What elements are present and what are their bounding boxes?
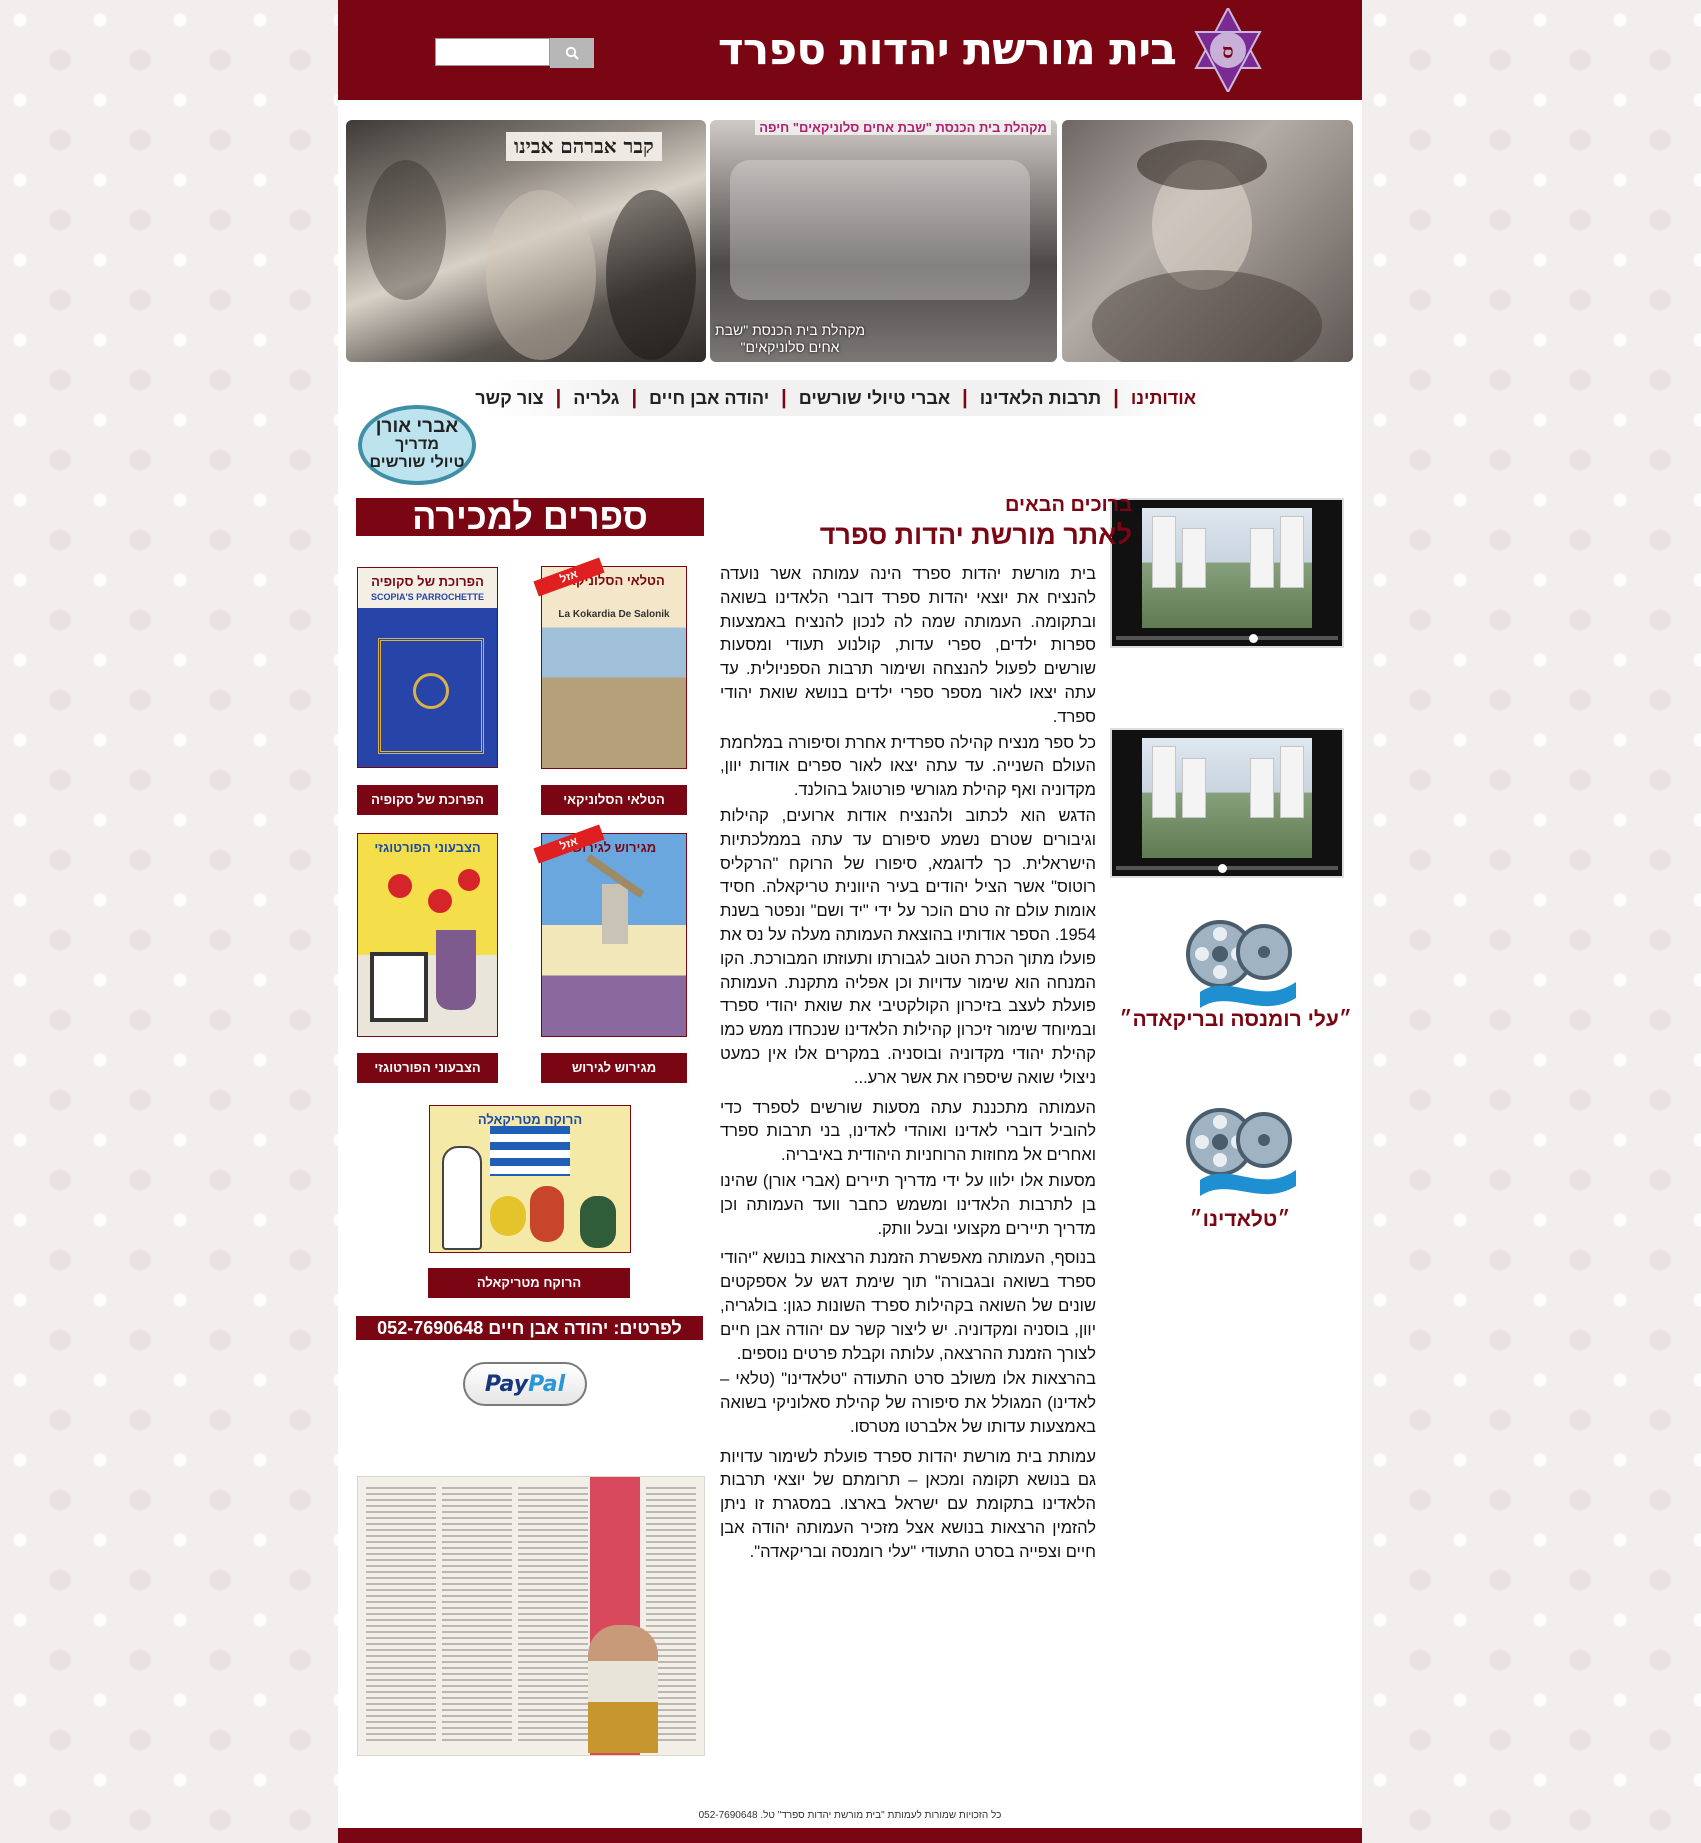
book-button-tulip[interactable]: הצבעוני הפורטוגזי — [357, 1053, 498, 1083]
nav-separator: | — [631, 386, 638, 409]
article-paragraph: בית מורשת יהדות ספרד הינה עמותה אשר נועד… — [720, 565, 1096, 726]
nav-item-roots-tours[interactable]: אברי טיולי שורשים — [787, 388, 962, 409]
article-paragraph: מסעות אלו ילווו על ידי מדריך תיירים (אבר… — [720, 1171, 1096, 1238]
article-paragraph: כל ספר מנציח קהילה ספרדית אחרת וסיפורה ב… — [720, 733, 1096, 800]
photo-caption-top: מקהלת בית הכנסת "שבת אחים סלוניקאים" חיפ… — [755, 120, 1051, 135]
book-button-salonik[interactable]: הטלאי הסלוניקאי — [541, 785, 687, 815]
video-scrubber[interactable] — [1218, 864, 1227, 873]
book-cover-title: הרוקח מטריקאלה — [477, 1112, 583, 1127]
article-paragraph: בנוסף, העמותה מאפשרת הזמנת הרצאות בנושא … — [720, 1249, 1096, 1363]
badge-line-name: אברי אורן — [375, 416, 459, 437]
site-title[interactable]: בית מורשת יהדות ספרד — [656, 24, 1177, 76]
nav-separator: | — [781, 386, 787, 409]
newspaper-clipping-image[interactable] — [357, 1476, 705, 1756]
page-title: לאתר מורשת יהדות ספרד — [819, 520, 1132, 550]
paypal-text-pay: Pay — [484, 1371, 529, 1397]
video-scrubber[interactable] — [1249, 634, 1258, 643]
nav-separator: | — [962, 386, 968, 409]
article-body: בית מורשת יהדות ספרד הינה עמותה אשר נועד… — [720, 563, 1096, 1567]
book-cover-salonik[interactable]: הטלאי הסלוניקאי La Kokardia De Salonik — [541, 566, 687, 769]
search-input[interactable] — [435, 38, 550, 66]
badge-line-tours: טיולי שורשים — [369, 454, 465, 471]
guide-badge[interactable]: אברי אורן מדריך טיולי שורשים — [358, 405, 476, 485]
nav-separator: | — [1113, 386, 1119, 409]
book-cover-migerush[interactable]: מגירוש לגירוש — [541, 833, 687, 1037]
article-paragraph: העמותה מתכננת עתה מסעות שורשים לספרד כדי… — [720, 1098, 1096, 1165]
banner-photo-woman — [1062, 120, 1353, 362]
search-button[interactable] — [550, 38, 594, 68]
badge-line-role: מדריך — [395, 436, 439, 453]
main-navigation: אודותינו | תרבות הלאדינו | אברי טיולי שו… — [475, 380, 1208, 416]
film-reel-icon[interactable] — [1180, 1100, 1300, 1200]
welcome-subtitle: ברוכים הבאים — [1004, 494, 1132, 516]
nav-item-yehuda[interactable]: יהודה אבן חיים — [637, 388, 781, 409]
nav-item-about[interactable]: אודותינו — [1119, 388, 1208, 409]
book-cover-subtitle: La Kokardia De Salonik — [558, 609, 670, 620]
nav-item-gallery[interactable]: גלריה — [561, 388, 631, 409]
book-cover-title: הפרוכת של סקופיה — [371, 574, 484, 589]
film-reel-icon[interactable] — [1180, 912, 1300, 1012]
banner-photo-choir: מקהלת בית הכנסת "שבת אחים סלוניקאים" חיפ… — [710, 120, 1057, 362]
paypal-button[interactable]: Pay Pal — [463, 1362, 587, 1406]
video-progress-bar[interactable] — [1116, 866, 1338, 870]
book-cover-subtitle: SCOPIA'S PARROCHETTE — [371, 592, 484, 602]
books-for-sale-banner: ספרים למכירה — [356, 498, 704, 536]
nav-item-ladino-culture[interactable]: תרבות הלאדינו — [968, 388, 1113, 409]
nav-separator: | — [555, 386, 562, 409]
book-cover-title: הצבעוני הפורטוגזי — [374, 840, 481, 855]
footer-bar — [338, 1828, 1362, 1843]
svg-text:ס: ס — [1222, 39, 1233, 63]
nav-item-contact[interactable]: צור קשר — [463, 388, 555, 409]
photo-sign-text: קבר אברהם אבינו — [506, 132, 662, 161]
book-button-migerush[interactable]: מגירוש לגירוש — [541, 1053, 687, 1083]
footer-copyright: כל הזכויות שמורות לעמותת "בית מורשת יהדו… — [698, 1810, 1002, 1821]
film-label[interactable]: ״טלאדינו״ — [1128, 1208, 1352, 1232]
book-button-pharmacist[interactable]: הרוקח מטריקאלה — [428, 1268, 630, 1298]
book-cover-tulip[interactable]: הצבעוני הפורטוגזי — [357, 833, 498, 1037]
video-thumbnail[interactable] — [1110, 498, 1344, 648]
article-paragraph: עמותת בית מורשת יהדות ספרד פועלת לשימור … — [720, 1447, 1096, 1561]
article-paragraph: בהרצאות אלו משולב סרט התעודה "טלאדינו" (… — [720, 1370, 1096, 1436]
video-screen — [1142, 508, 1312, 628]
book-button-scopia[interactable]: הפרוכת של סקופיה — [357, 785, 498, 815]
search-icon — [565, 46, 579, 60]
film-label[interactable]: ״עלי רומנסה ובריקאדה״ — [1119, 1008, 1352, 1032]
video-progress-bar[interactable] — [1116, 636, 1338, 640]
book-cover-pharmacist[interactable]: הרוקח מטריקאלה — [429, 1105, 631, 1253]
video-thumbnail[interactable] — [1110, 728, 1344, 878]
paypal-text-pal: Pal — [528, 1371, 566, 1397]
page: ס בית מורשת יהדות ספרד מקהלת בית הכנסת "… — [338, 0, 1362, 1843]
photo-caption: מקהלת בית הכנסת "שבת אחים סלוניקאים" — [714, 322, 866, 355]
article-paragraph: הדגש הוא לכתוב ולהנציח אודות ארועים, קהי… — [719, 806, 1096, 1087]
contact-info: לפרטים: יהודה אבן חיים 052-7690648 — [356, 1316, 703, 1340]
video-screen — [1142, 738, 1312, 858]
book-cover-scopia[interactable]: הפרוכת של סקופיה SCOPIA'S PARROCHETTE — [357, 567, 498, 768]
site-header: ס בית מורשת יהדות ספרד — [338, 0, 1362, 100]
star-of-david-logo[interactable]: ס — [1192, 8, 1264, 92]
banner-photo-family: קבר אברהם אבינו — [346, 120, 706, 362]
